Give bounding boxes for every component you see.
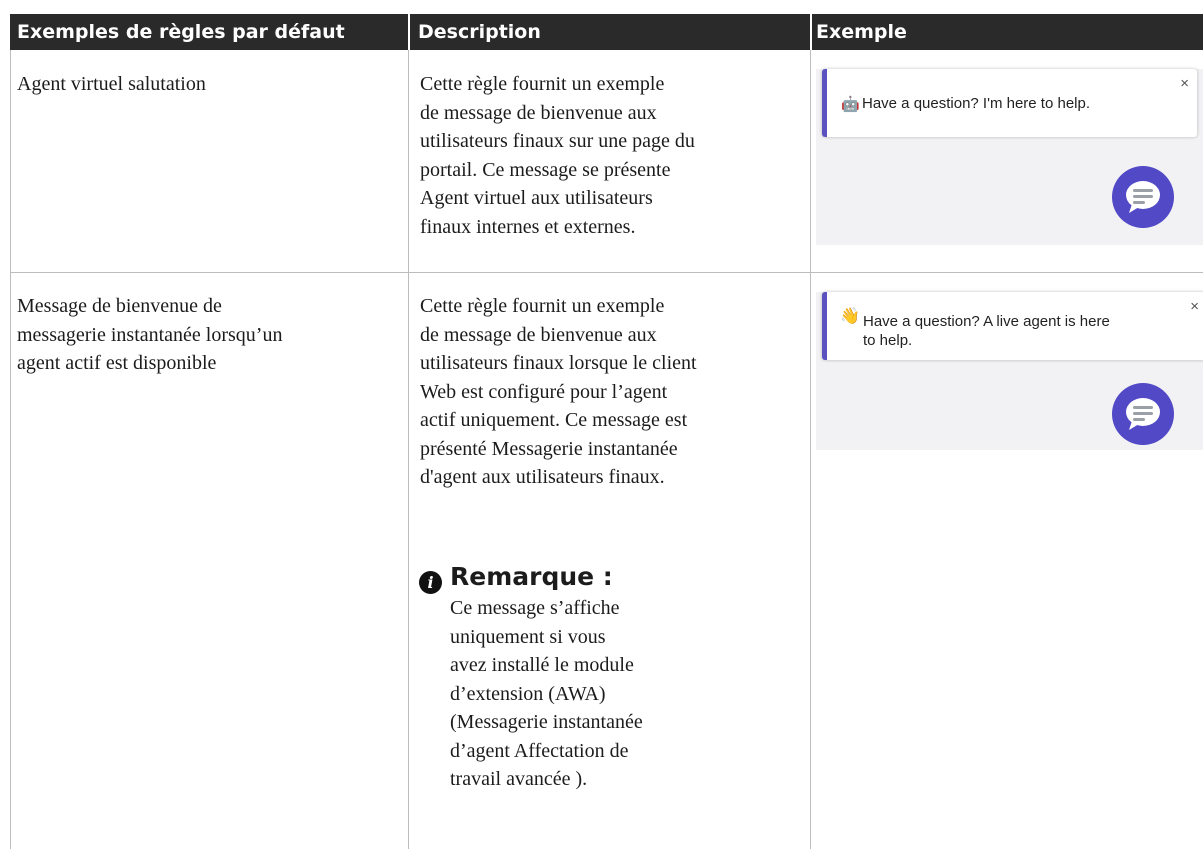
note-title: Remarque : <box>450 562 613 591</box>
grid-line <box>408 50 409 849</box>
greeting-message: Have a question? I'm here to help. <box>862 95 1091 112</box>
note-body: Ce message s’affiche uniquement si vous … <box>450 597 643 790</box>
robot-emoji-icon: 🤖 <box>841 96 860 113</box>
table-row-1-rule: Agent virtuel salutation <box>17 73 206 95</box>
close-icon[interactable]: × <box>1180 75 1189 92</box>
grid-line <box>810 50 811 849</box>
rules-table: Exemples de règles par défaut Descriptio… <box>10 14 1203 849</box>
chat-bubble-icon <box>1126 181 1160 213</box>
table-row-2-description: Cette règle fournit un exemple de messag… <box>420 295 697 488</box>
table-row-1-description: Cette règle fournit un exemple de messag… <box>420 73 695 238</box>
chat-button[interactable] <box>1112 383 1174 445</box>
info-icon: i <box>419 571 442 594</box>
table-header: Exemples de règles par défaut Descriptio… <box>10 14 1203 50</box>
grid-line <box>10 50 11 849</box>
example-preview-1: 🤖 Have a question? I'm here to help. × <box>816 69 1203 245</box>
greeting-message: Have a question? A live agent is here to… <box>863 313 1110 349</box>
close-icon[interactable]: × <box>1190 298 1199 315</box>
chat-greeting-bubble: 👋 Have a question? A live agent is here … <box>822 292 1203 360</box>
header-example: Exemple <box>816 21 907 43</box>
header-rule-examples: Exemples de règles par défaut <box>17 21 345 43</box>
header-description: Description <box>418 21 541 43</box>
chat-greeting-bubble: 🤖 Have a question? I'm here to help. × <box>822 69 1197 137</box>
table-row-2-rule: Message de bienvenue de messagerie insta… <box>17 295 283 374</box>
chat-button[interactable] <box>1112 166 1174 228</box>
row-divider <box>10 272 1203 273</box>
example-preview-2: 👋 Have a question? A live agent is here … <box>816 292 1203 450</box>
chat-bubble-icon <box>1126 398 1160 430</box>
waving-hand-icon: 👋 <box>840 308 860 325</box>
